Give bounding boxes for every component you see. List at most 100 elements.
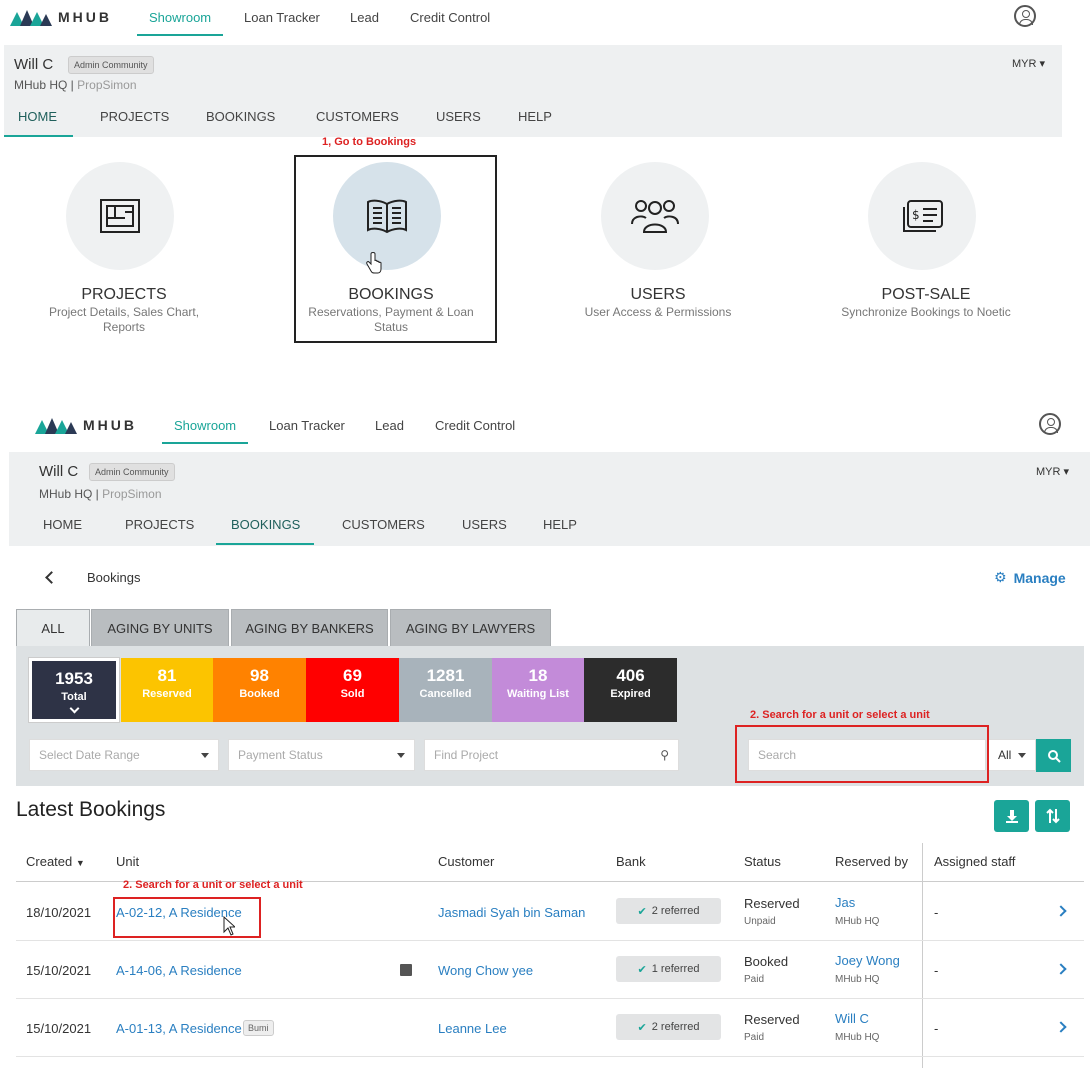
row-reserved-org: MHub HQ — [835, 974, 880, 985]
currency-select[interactable]: MYR ▾ — [1012, 57, 1045, 70]
search-scope-select[interactable]: All — [988, 739, 1036, 771]
col-created[interactable]: Created ▼ — [26, 854, 85, 869]
nav-loan-tracker-2[interactable]: Loan Tracker — [269, 418, 345, 433]
nav-credit-control[interactable]: Credit Control — [410, 10, 490, 25]
row-divider — [16, 1056, 1084, 1057]
note-icon[interactable] — [400, 964, 412, 976]
tile-projects-sub: Project Details, Sales Chart, Reports — [48, 305, 200, 334]
row-customer-link[interactable]: Jasmadi Syah bin Saman — [438, 905, 585, 920]
tile-users-title: USERS — [630, 286, 686, 303]
tab-help-2[interactable]: HELP — [543, 517, 577, 532]
row-unit-link[interactable]: A-14-06, A Residence — [116, 963, 242, 978]
row-status: Reserved — [744, 1012, 800, 1027]
filter-tab-aging-units[interactable]: AGING BY UNITS — [91, 609, 229, 647]
tab-home[interactable]: HOME — [18, 109, 57, 124]
tab-customers[interactable]: CUSTOMERS — [316, 109, 399, 124]
tab-help[interactable]: HELP — [518, 109, 552, 124]
nav-active-underline — [137, 34, 223, 36]
bank-referred-pill[interactable]: ✔ 1 referred — [616, 956, 721, 982]
logo-text-2: MHUB — [83, 417, 137, 433]
tile-bookings[interactable] — [333, 162, 441, 270]
tab-customers-2[interactable]: CUSTOMERS — [342, 517, 425, 532]
stat-waiting-list[interactable]: 18 Waiting List — [492, 658, 584, 722]
row-customer-link[interactable]: Leanne Lee — [438, 1021, 507, 1036]
row-reserved-org: MHub HQ — [835, 1032, 880, 1043]
tab-bookings-2[interactable]: BOOKINGS — [231, 517, 300, 532]
stat-expired[interactable]: 406 Expired — [584, 658, 677, 722]
bank-referred-pill[interactable]: ✔ 2 referred — [616, 898, 721, 924]
tab-users[interactable]: USERS — [436, 109, 481, 124]
manage-button[interactable]: ⚙ Manage — [994, 569, 1066, 586]
nav-showroom-2[interactable]: Showroom — [174, 418, 236, 433]
tile-projects[interactable] — [66, 162, 174, 270]
stat-booked[interactable]: 98 Booked — [213, 658, 306, 722]
step1-annotation: 1, Go to Bookings — [322, 136, 417, 148]
nav-loan-tracker[interactable]: Loan Tracker — [244, 10, 320, 25]
step2-annotation-unit: 2. Search for a unit or select a unit — [123, 879, 303, 891]
role-badge-2: Admin Community — [89, 463, 175, 481]
step2-annotation-search: 2. Search for a unit or select a unit — [750, 709, 930, 721]
caret-down-icon — [1018, 752, 1026, 758]
download-button[interactable] — [994, 800, 1029, 832]
tile-users[interactable] — [601, 162, 709, 270]
col-status: Status — [744, 854, 781, 869]
row-divider — [16, 998, 1084, 999]
tile-post-sale[interactable]: $ — [868, 162, 976, 270]
logo-text: MHUB — [58, 9, 112, 25]
date-range-select[interactable]: Select Date Range — [29, 739, 219, 771]
currency-select-2[interactable]: MYR ▾ — [1036, 465, 1069, 478]
user-avatar-icon[interactable] — [1014, 5, 1036, 27]
row-reserved-by[interactable]: Jas — [835, 895, 855, 910]
nav-showroom[interactable]: Showroom — [149, 10, 211, 25]
row-reserved-by[interactable]: Will C — [835, 1011, 869, 1026]
row-unit-link[interactable]: A-01-13, A Residence — [116, 1021, 242, 1036]
row-chevron-icon[interactable] — [1055, 963, 1067, 975]
row-customer-link[interactable]: Wong Chow yee — [438, 963, 533, 978]
search-button[interactable] — [1036, 739, 1071, 772]
chevron-down-icon — [69, 703, 79, 714]
stat-sold[interactable]: 69 Sold — [306, 658, 399, 722]
manage-label: Manage — [1013, 569, 1066, 586]
stat-reserved[interactable]: 81 Reserved — [121, 658, 213, 722]
tab-bookings[interactable]: BOOKINGS — [206, 109, 275, 124]
tile-users-sub: User Access & Permissions — [584, 305, 732, 319]
tab-bookings-underline — [216, 543, 314, 545]
nav-lead-2[interactable]: Lead — [375, 418, 404, 433]
svg-text:$: $ — [912, 208, 920, 222]
account-header: Will C Admin Community MHub HQ | PropSim… — [4, 45, 1062, 137]
col-customer: Customer — [438, 854, 495, 869]
col-unit: Unit — [116, 854, 140, 869]
sort-button[interactable] — [1035, 800, 1070, 832]
row-chevron-icon[interactable] — [1055, 905, 1067, 917]
account-header-2: Will C Admin Community MHub HQ | PropSim… — [9, 452, 1090, 546]
tab-home-2[interactable]: HOME — [43, 517, 82, 532]
nav-credit-control-2[interactable]: Credit Control — [435, 418, 515, 433]
row-created: 15/10/2021 — [26, 963, 92, 978]
user-avatar-icon-2[interactable] — [1039, 413, 1061, 435]
filter-tab-aging-lawyers[interactable]: AGING BY LAWYERS — [390, 609, 551, 647]
filter-tab-aging-bankers[interactable]: AGING BY BANKERS — [231, 609, 388, 647]
tab-projects[interactable]: PROJECTS — [100, 109, 169, 124]
users-icon — [631, 200, 679, 233]
bank-referred-pill[interactable]: ✔ 2 referred — [616, 1014, 721, 1040]
stat-total[interactable]: 1953 Total — [28, 657, 120, 723]
filter-tab-all[interactable]: ALL — [16, 609, 90, 647]
row-chevron-icon[interactable] — [1055, 1021, 1067, 1033]
back-chevron-icon[interactable] — [45, 571, 58, 584]
top-navbar: MHUB Showroom Loan Tracker Lead Credit C… — [0, 0, 1090, 40]
row-staff: - — [934, 905, 939, 920]
mhub-logo[interactable]: MHUB — [10, 8, 112, 26]
stat-cancelled[interactable]: 1281 Cancelled — [399, 658, 492, 722]
row-reserved-by[interactable]: Joey Wong — [835, 953, 900, 968]
sort-icon — [1045, 808, 1060, 824]
nav-lead[interactable]: Lead — [350, 10, 379, 25]
row-payment: Paid — [744, 974, 765, 985]
payment-status-select[interactable]: Payment Status — [228, 739, 415, 771]
check-icon: ✔ — [637, 1021, 647, 1034]
tab-users-2[interactable]: USERS — [462, 517, 507, 532]
blueprint-icon — [100, 199, 140, 233]
find-project-input[interactable]: Find Project ⚲ — [424, 739, 679, 771]
tab-projects-2[interactable]: PROJECTS — [125, 517, 194, 532]
mhub-logo-2[interactable]: MHUB — [35, 416, 137, 434]
bill-icon: $ — [903, 200, 943, 232]
